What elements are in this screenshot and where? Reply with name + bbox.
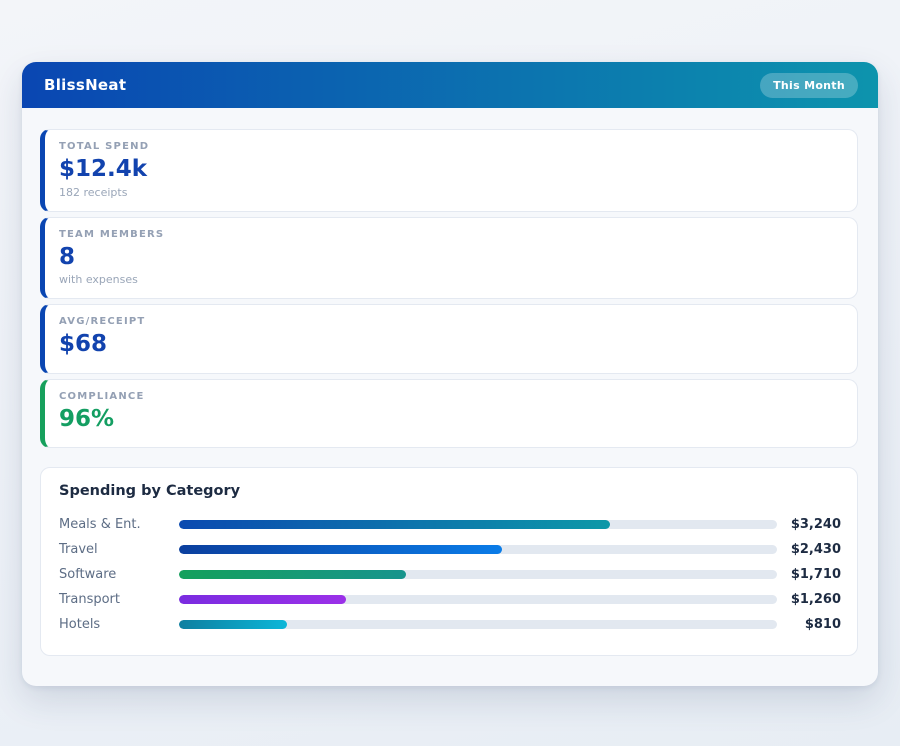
stat-label: COMPLIANCE bbox=[59, 391, 839, 402]
stat-value: 96% bbox=[59, 406, 839, 434]
bar-fill-transport bbox=[179, 595, 346, 604]
category-value: $810 bbox=[786, 617, 841, 632]
category-label: Travel bbox=[59, 542, 179, 557]
stat-value: 8 bbox=[59, 244, 839, 272]
spending-by-category-card: Spending by Category Meals & Ent. $3,240… bbox=[40, 467, 858, 656]
bar-fill-hotels bbox=[179, 620, 287, 629]
stat-card-compliance: COMPLIANCE 96% bbox=[40, 379, 858, 449]
stat-card-avg-receipt: AVG/RECEIPT $68 bbox=[40, 304, 858, 374]
dashboard-window: BlissNeat This Month TOTAL SPEND $12.4k … bbox=[22, 62, 878, 686]
category-row-transport: Transport $1,260 bbox=[59, 587, 841, 612]
category-label: Hotels bbox=[59, 617, 179, 632]
stat-card-total-spend: TOTAL SPEND $12.4k 182 receipts bbox=[40, 129, 858, 212]
category-value: $1,260 bbox=[786, 592, 841, 607]
app-title: BlissNeat bbox=[44, 76, 126, 94]
bar-track bbox=[179, 595, 777, 604]
stat-subtext: 182 receipts bbox=[59, 186, 839, 199]
stat-value: $68 bbox=[59, 331, 839, 359]
app-header: BlissNeat This Month bbox=[22, 62, 878, 108]
category-row-hotels: Hotels $810 bbox=[59, 612, 841, 637]
category-row-software: Software $1,710 bbox=[59, 562, 841, 587]
chart-title: Spending by Category bbox=[59, 483, 841, 499]
category-value: $3,240 bbox=[786, 517, 841, 532]
bar-fill-software bbox=[179, 570, 406, 579]
stat-value: $12.4k bbox=[59, 156, 839, 184]
bar-track bbox=[179, 545, 777, 554]
period-selector-badge[interactable]: This Month bbox=[760, 73, 858, 98]
category-label: Software bbox=[59, 567, 179, 582]
bar-fill-travel bbox=[179, 545, 502, 554]
stat-label: TOTAL SPEND bbox=[59, 141, 839, 152]
category-row-travel: Travel $2,430 bbox=[59, 537, 841, 562]
category-row-meals: Meals & Ent. $3,240 bbox=[59, 512, 841, 537]
dashboard-body: TOTAL SPEND $12.4k 182 receipts TEAM MEM… bbox=[22, 108, 878, 680]
bar-track bbox=[179, 570, 777, 579]
bar-track bbox=[179, 520, 777, 529]
category-value: $2,430 bbox=[786, 542, 841, 557]
stat-card-team-members: TEAM MEMBERS 8 with expenses bbox=[40, 217, 858, 300]
category-label: Meals & Ent. bbox=[59, 517, 179, 532]
bar-track bbox=[179, 620, 777, 629]
stat-label: TEAM MEMBERS bbox=[59, 229, 839, 240]
category-label: Transport bbox=[59, 592, 179, 607]
bar-fill-meals bbox=[179, 520, 610, 529]
page-background: { "header": { "title": "BlissNeat", "bad… bbox=[0, 0, 900, 746]
stat-label: AVG/RECEIPT bbox=[59, 316, 839, 327]
stat-subtext: with expenses bbox=[59, 273, 839, 286]
category-value: $1,710 bbox=[786, 567, 841, 582]
